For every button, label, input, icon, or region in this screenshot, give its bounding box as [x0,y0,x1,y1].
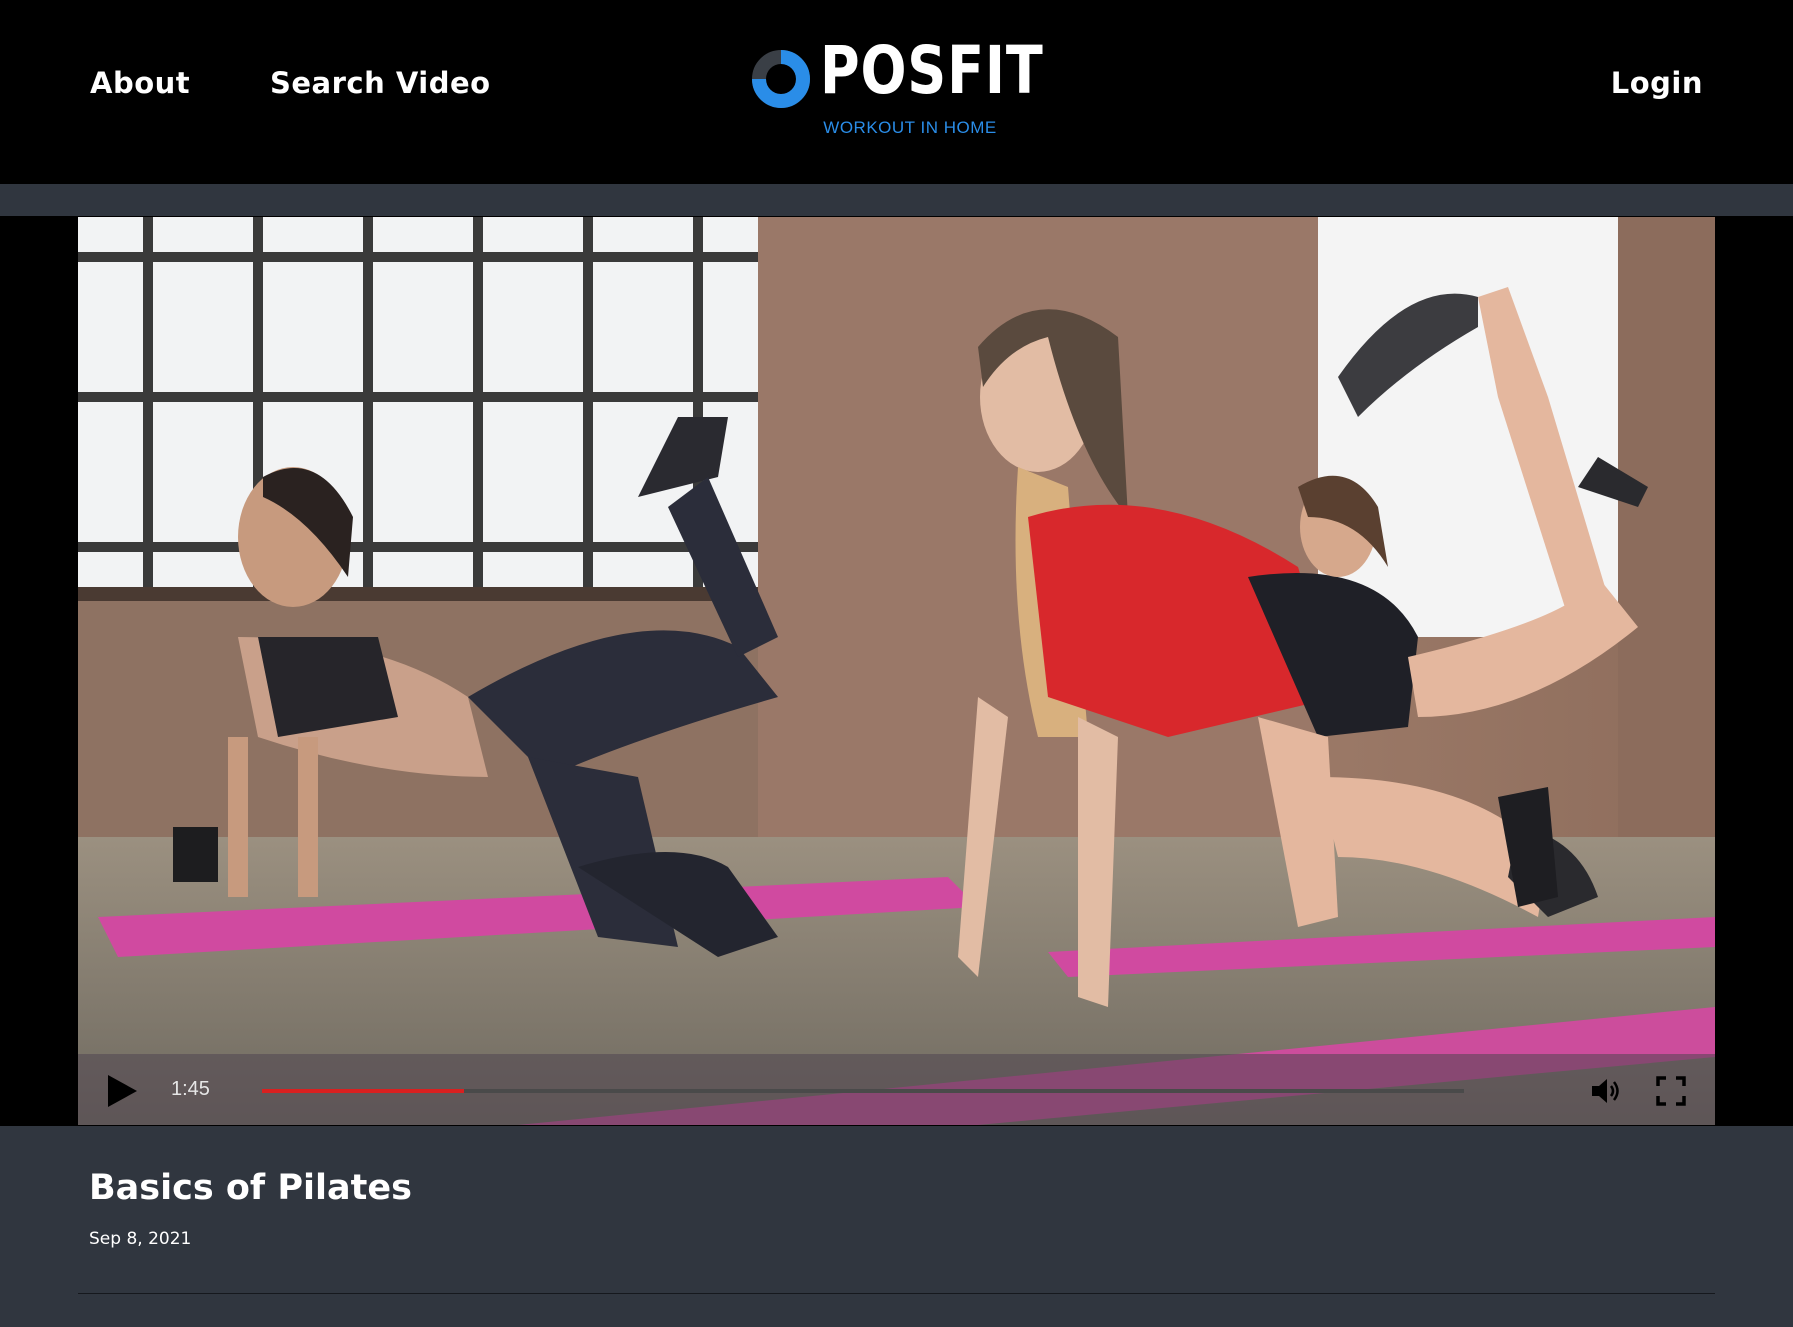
volume-icon[interactable] [1590,1076,1624,1106]
video-date: Sep 8, 2021 [89,1229,192,1249]
play-icon[interactable] [106,1074,138,1108]
nav-search-video-link[interactable]: Search Video [270,66,491,100]
video-frame[interactable] [78,217,1715,1125]
progress-track[interactable] [262,1089,1464,1093]
login-link[interactable]: Login [1611,66,1703,100]
posfit-logo[interactable]: POSFIT WORKOUT IN HOME [750,38,1043,150]
section-divider [78,1293,1715,1294]
video-controls-bar: 1:45 [78,1054,1715,1125]
logo-ring-icon [752,50,810,108]
nav-about-link[interactable]: About [90,66,190,100]
logo-tagline: WORKOUT IN HOME [823,118,997,137]
top-navigation-bar: About Search Video POSFIT WORKOUT IN HOM… [0,0,1793,184]
current-time: 1:45 [171,1078,210,1100]
video-title: Basics of Pilates [89,1168,412,1208]
progress-fill [262,1089,464,1093]
fullscreen-icon[interactable] [1656,1076,1686,1106]
logo-wordmark: POSFIT [820,32,1044,109]
video-thumbnail-image [78,217,1715,1125]
